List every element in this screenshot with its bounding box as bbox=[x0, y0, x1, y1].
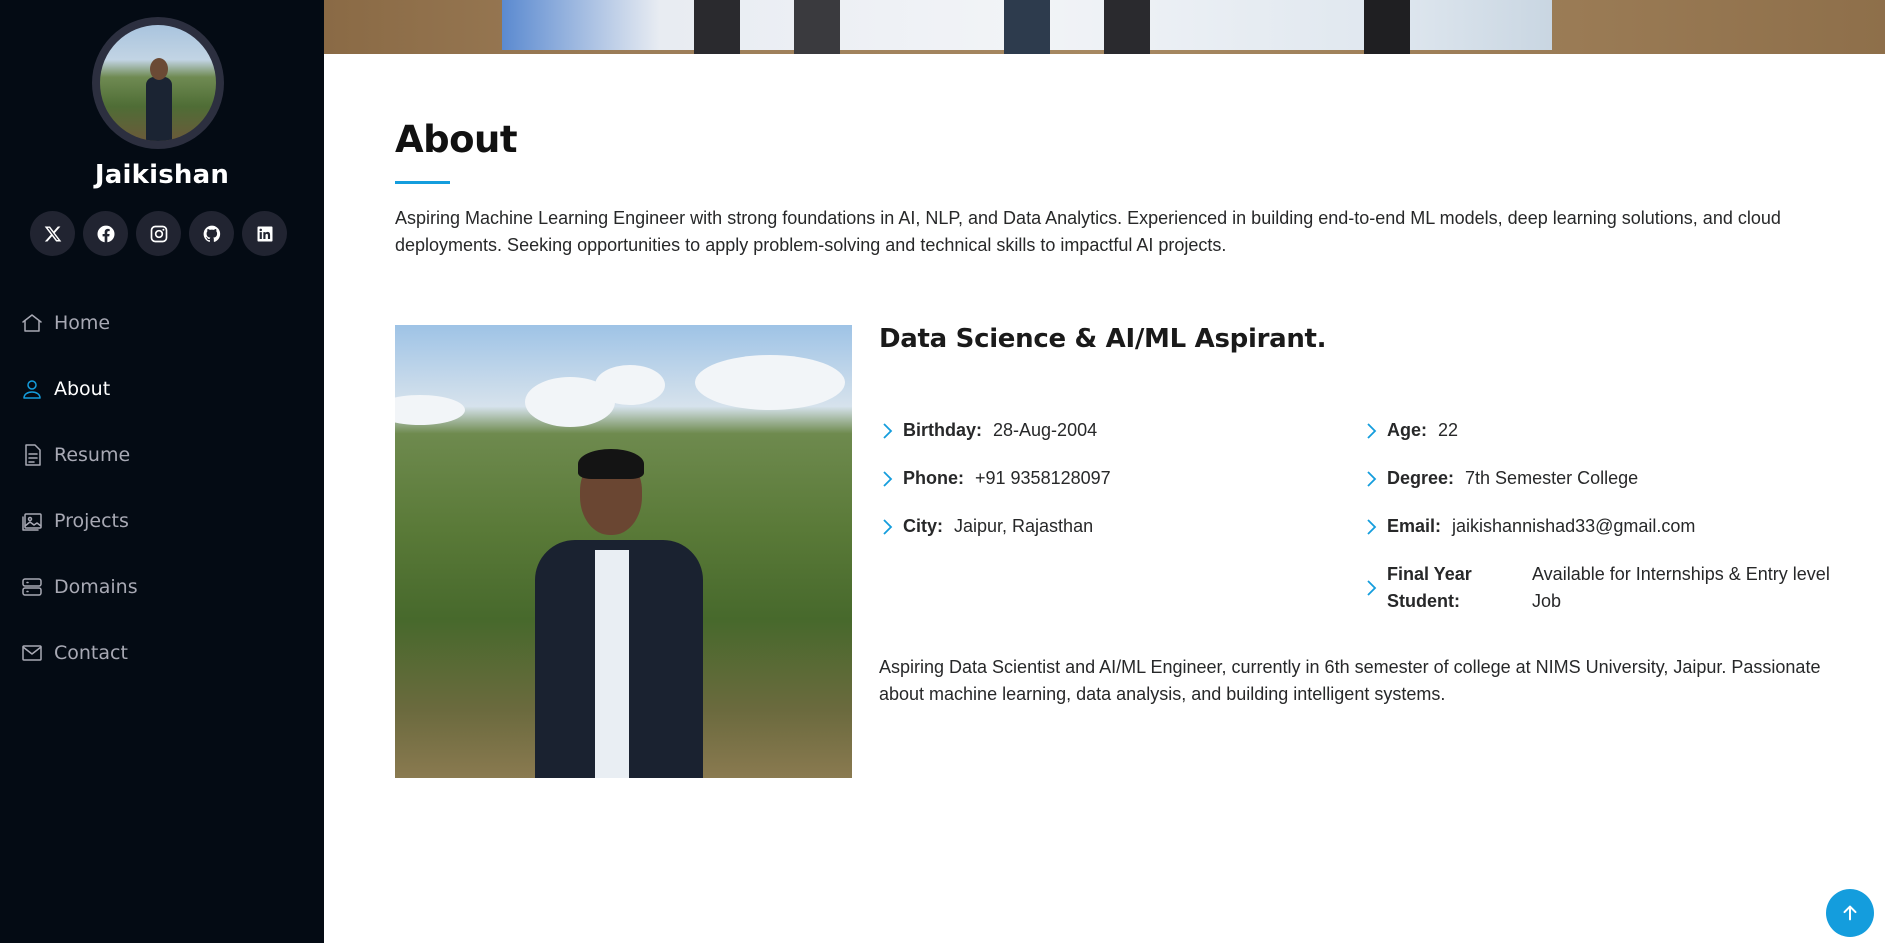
title-underline bbox=[395, 181, 450, 184]
profile-name: Jaikishan bbox=[94, 160, 230, 190]
hero-image bbox=[324, 0, 1885, 54]
nav-label: About bbox=[54, 378, 111, 400]
house-icon bbox=[20, 311, 44, 335]
linkedin-link[interactable] bbox=[242, 211, 287, 256]
info-item-degree: Degree: 7th Semester College bbox=[1364, 465, 1832, 492]
chevron-right-icon bbox=[1364, 561, 1380, 615]
file-text-icon bbox=[20, 443, 44, 467]
chevron-right-icon bbox=[880, 513, 896, 540]
info-item-birthday: Birthday: 28-Aug-2004 bbox=[880, 417, 1111, 444]
nav-label: Contact bbox=[54, 642, 128, 664]
avatar bbox=[92, 17, 224, 149]
info-item-age: Age: 22 bbox=[1364, 417, 1832, 444]
instagram-link[interactable] bbox=[136, 211, 181, 256]
envelope-icon bbox=[20, 641, 44, 665]
info-item-city: City: Jaipur, Rajasthan bbox=[880, 513, 1111, 540]
nav-label: Projects bbox=[54, 510, 129, 532]
info-key: Email: bbox=[1387, 516, 1442, 536]
info-key: Age: bbox=[1387, 420, 1427, 440]
info-list-right: Age: 22 Degree: 7th Semester College Ema… bbox=[1364, 417, 1832, 636]
info-value: Jaipur, Rajasthan bbox=[954, 516, 1094, 536]
info-key: Degree: bbox=[1387, 468, 1455, 488]
info-list-left: Birthday: 28-Aug-2004 Phone: +91 9358128… bbox=[880, 417, 1111, 561]
info-key: Final Year Student: bbox=[1387, 564, 1472, 611]
github-icon bbox=[203, 225, 220, 242]
about-bio: Aspiring Data Scientist and AI/ML Engine… bbox=[879, 657, 1821, 704]
info-key: Phone: bbox=[903, 468, 964, 488]
server-icon bbox=[20, 575, 44, 599]
nav-label: Home bbox=[54, 312, 111, 334]
nav-item-resume[interactable]: Resume bbox=[20, 422, 310, 488]
about-subtitle: Data Science & AI/ML Aspirant. bbox=[879, 324, 1327, 354]
x-twitter-icon bbox=[44, 226, 61, 241]
info-item-phone: Phone: +91 9358128097 bbox=[880, 465, 1111, 492]
nav-item-contact[interactable]: Contact bbox=[20, 620, 310, 686]
facebook-icon bbox=[96, 225, 115, 242]
nav-item-home[interactable]: Home bbox=[20, 290, 310, 356]
github-link[interactable] bbox=[189, 211, 234, 256]
section-title: About bbox=[395, 118, 518, 161]
info-value: Available for Internships & Entry level … bbox=[1532, 564, 1830, 611]
nav-item-about[interactable]: About bbox=[20, 356, 310, 422]
nav-item-domains[interactable]: Domains bbox=[20, 554, 310, 620]
about-photo bbox=[395, 325, 852, 778]
arrow-up-icon bbox=[1843, 905, 1857, 921]
info-value: +91 9358128097 bbox=[975, 468, 1111, 488]
nav-label: Domains bbox=[54, 576, 138, 598]
info-key: Birthday: bbox=[903, 420, 983, 440]
profile-photo bbox=[100, 25, 216, 141]
info-value: 7th Semester College bbox=[1465, 468, 1639, 488]
sidebar: Jaikishan Home About Resume Projects Dom… bbox=[0, 0, 324, 943]
images-icon bbox=[20, 509, 44, 533]
instagram-icon bbox=[150, 225, 167, 242]
info-value: jaikishannishad33@gmail.com bbox=[1452, 516, 1696, 536]
info-item-status: Final Year Student: Available for Intern… bbox=[1364, 561, 1832, 615]
person-icon bbox=[20, 377, 44, 401]
back-to-top-button[interactable] bbox=[1826, 889, 1874, 937]
info-value: 22 bbox=[1438, 420, 1459, 440]
nav-label: Resume bbox=[54, 444, 131, 466]
main-nav: Home About Resume Projects Domains Conta… bbox=[20, 290, 310, 686]
info-value: 28-Aug-2004 bbox=[993, 420, 1098, 440]
social-links bbox=[30, 211, 287, 256]
chevron-right-icon bbox=[880, 417, 896, 444]
info-key: City: bbox=[903, 516, 943, 536]
chevron-right-icon bbox=[1364, 417, 1380, 444]
nav-item-projects[interactable]: Projects bbox=[20, 488, 310, 554]
chevron-right-icon bbox=[1364, 513, 1380, 540]
chevron-right-icon bbox=[880, 465, 896, 492]
x-twitter-link[interactable] bbox=[30, 211, 75, 256]
about-intro: Aspiring Machine Learning Engineer with … bbox=[395, 208, 1781, 255]
facebook-link[interactable] bbox=[83, 211, 128, 256]
info-item-email: Email: jaikishannishad33@gmail.com bbox=[1364, 513, 1832, 540]
chevron-right-icon bbox=[1364, 465, 1380, 492]
linkedin-icon bbox=[257, 226, 272, 241]
